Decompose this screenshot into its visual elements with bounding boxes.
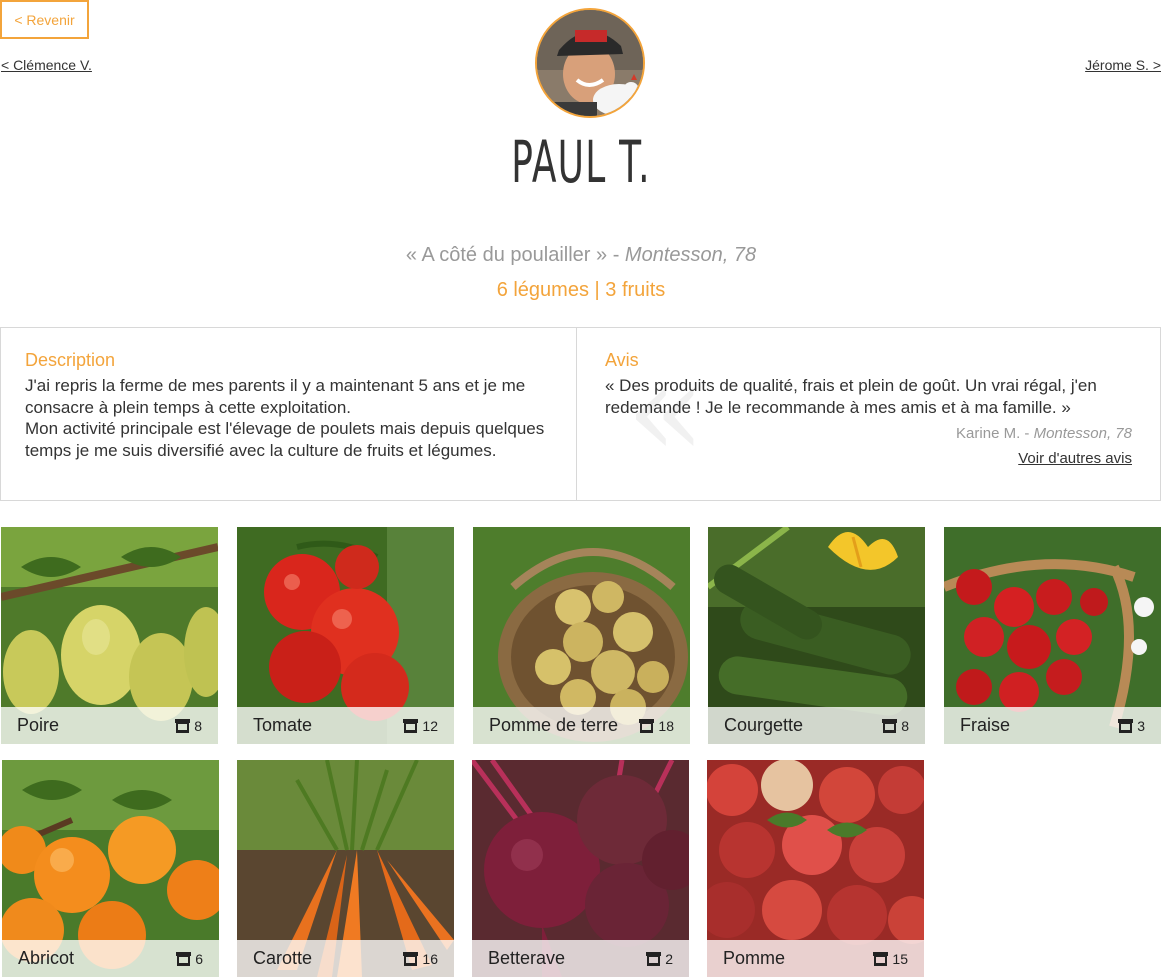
description-paragraph: J'ai repris la ferme de mes parents il y… bbox=[25, 376, 526, 417]
stall-count-value: 3 bbox=[1137, 717, 1145, 734]
product-name: Pomme bbox=[723, 948, 786, 968]
product-tile-tomate[interactable]: Tomate 12 bbox=[237, 527, 454, 744]
stall-count: 3 bbox=[1118, 718, 1145, 734]
stall-count-value: 8 bbox=[194, 717, 202, 734]
more-reviews-link[interactable]: Voir d'autres avis bbox=[605, 450, 1132, 467]
product-tile-fraise[interactable]: Fraise 3 bbox=[944, 527, 1161, 744]
stall-count-value: 16 bbox=[422, 950, 438, 967]
stall-count-value: 18 bbox=[658, 717, 674, 734]
product-tile-betterave[interactable]: Betterave 2 bbox=[472, 760, 689, 977]
description-text: J'ai repris la ferme de mes parents il y… bbox=[25, 375, 552, 461]
product-tile-abricot[interactable]: Abricot 6 bbox=[2, 760, 219, 977]
tile-caption: Betterave 2 bbox=[472, 940, 689, 977]
info-panel: Description J'ai repris la ferme de mes … bbox=[0, 327, 1161, 501]
stall-icon bbox=[646, 951, 662, 966]
review-author: Karine M. - Montesson, 78 bbox=[605, 425, 1132, 442]
stall-count-value: 6 bbox=[195, 950, 203, 967]
previous-producer-link[interactable]: < Clémence V. bbox=[1, 57, 92, 73]
stall-count: 2 bbox=[646, 951, 673, 967]
product-tile-pomme[interactable]: Pomme 15 bbox=[707, 760, 924, 977]
stall-icon bbox=[1118, 718, 1134, 733]
product-tile-courgette[interactable]: Courgette 8 bbox=[708, 527, 925, 744]
farm-separator: - bbox=[607, 244, 625, 266]
tile-caption: Abricot 6 bbox=[2, 940, 219, 977]
producer-name: PAUL T. bbox=[511, 128, 651, 196]
stall-icon bbox=[175, 718, 191, 733]
product-tile-pomme-de-terre[interactable]: Pomme de terre 18 bbox=[473, 527, 690, 744]
farm-name: « A côté du poulailler » bbox=[405, 244, 608, 266]
stall-count-value: 12 bbox=[422, 717, 438, 734]
tile-caption: Carotte 16 bbox=[237, 940, 454, 977]
description-title: Description bbox=[25, 350, 116, 370]
review-title: Avis bbox=[605, 350, 639, 370]
stall-count-value: 8 bbox=[901, 717, 909, 734]
review-author-location: Montesson, 78 bbox=[1033, 425, 1132, 442]
product-name: Fraise bbox=[960, 715, 1011, 735]
review-text: « Des produits de qualité, frais et plei… bbox=[605, 376, 1097, 417]
product-name: Tomate bbox=[253, 715, 313, 735]
tile-caption: Tomate 12 bbox=[237, 707, 454, 744]
avatar-photo bbox=[537, 10, 643, 116]
product-tile-carotte[interactable]: Carotte 16 bbox=[237, 760, 454, 977]
tile-caption: Pomme 15 bbox=[707, 940, 924, 977]
product-counts: 6 légumes | 3 fruits bbox=[496, 279, 666, 301]
product-name: Carotte bbox=[253, 948, 313, 968]
tile-caption: Fraise 3 bbox=[944, 707, 1161, 744]
stall-count: 15 bbox=[873, 951, 908, 967]
farm-location: Montesson, 78 bbox=[624, 244, 757, 266]
producer-avatar bbox=[535, 8, 645, 118]
product-name: Pomme de terre bbox=[489, 715, 619, 735]
stall-count: 8 bbox=[882, 718, 909, 734]
stall-count: 18 bbox=[639, 718, 674, 734]
stall-count: 6 bbox=[176, 951, 203, 967]
tile-caption: Pomme de terre 18 bbox=[473, 707, 690, 744]
stall-count: 8 bbox=[175, 718, 202, 734]
review-author-separator: - bbox=[1020, 425, 1034, 442]
tile-caption: Courgette 8 bbox=[708, 707, 925, 744]
stall-count: 16 bbox=[403, 951, 438, 967]
product-tile-poire[interactable]: Poire 8 bbox=[1, 527, 218, 744]
review-section: Avis « Des produits de qualité, frais et… bbox=[576, 328, 1160, 500]
stall-icon bbox=[873, 951, 889, 966]
product-name: Abricot bbox=[18, 948, 75, 968]
product-name: Courgette bbox=[724, 715, 804, 735]
review-author-name: Karine M. bbox=[956, 425, 1021, 442]
product-name: Poire bbox=[17, 715, 60, 735]
stall-count-value: 2 bbox=[665, 950, 673, 967]
tile-caption: Poire 8 bbox=[1, 707, 218, 744]
back-button[interactable]: < Revenir bbox=[0, 0, 89, 39]
description-section: Description J'ai repris la ferme de mes … bbox=[1, 328, 576, 500]
description-paragraph: Mon activité principale est l'élevage de… bbox=[25, 419, 545, 460]
stall-icon bbox=[176, 951, 192, 966]
stall-count-value: 15 bbox=[892, 950, 908, 967]
producer-subtitle: « A côté du poulailler » - Montesson, 78 bbox=[0, 244, 1162, 267]
stall-count: 12 bbox=[403, 718, 438, 734]
stall-icon bbox=[882, 718, 898, 733]
stall-icon bbox=[403, 951, 419, 966]
next-producer-link[interactable]: Jérome S. > bbox=[1085, 57, 1161, 73]
stall-icon bbox=[403, 718, 419, 733]
stall-icon bbox=[639, 718, 655, 733]
product-name: Betterave bbox=[488, 948, 566, 968]
